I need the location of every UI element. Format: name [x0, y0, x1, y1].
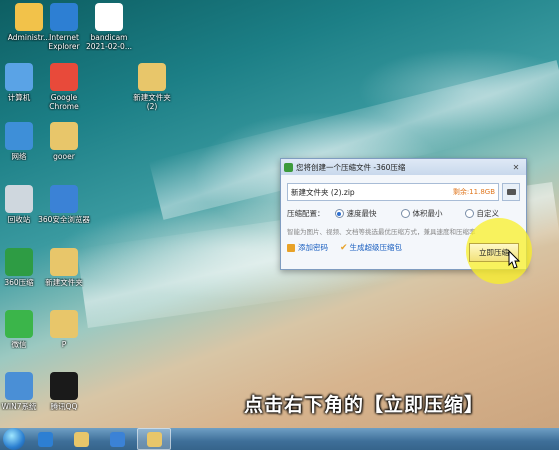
computer-icon: [5, 63, 33, 91]
radio-selected-icon: [334, 209, 344, 218]
internet-explorer-icon: [37, 431, 53, 447]
add-password-label: 添加密码: [298, 243, 328, 252]
option-label: 速度最快: [346, 209, 377, 218]
checkmark-icon: ✔: [340, 242, 348, 253]
archive-path-field[interactable]: 新建文件夹 (2).zip 剩余:11.8GB: [287, 183, 499, 201]
archive-filename: 新建文件夹 (2).zip: [291, 187, 355, 197]
internet-explorer-icon: [50, 3, 78, 31]
folder-icon: [50, 310, 78, 338]
option-smallest[interactable]: 体积最小: [400, 208, 443, 219]
desktop-icon-bandicam[interactable]: bandicam 2021-02-0...: [80, 3, 138, 51]
qq-penguin-icon: [50, 372, 78, 400]
compress-icon: [5, 248, 33, 276]
close-button[interactable]: ✕: [509, 162, 523, 173]
super-package-label: 生成超级压缩包: [349, 243, 403, 252]
taskbar-explorer[interactable]: [65, 429, 97, 449]
icon-label: gooer: [53, 152, 75, 161]
folder-icon: [50, 248, 78, 276]
wechat-icon: [5, 310, 33, 338]
file-icon: [95, 3, 123, 31]
desktop-icon-new-folder[interactable]: 新建文件夹: [35, 248, 93, 287]
add-password-link[interactable]: 添加密码: [287, 242, 328, 253]
taskbar: [0, 428, 559, 450]
option-label: 体积最小: [412, 209, 443, 218]
desktop-icon-chrome[interactable]: Google Chrome: [35, 63, 93, 111]
free-space-label: 剩余:11.8GB: [452, 188, 495, 196]
start-button[interactable]: [3, 428, 25, 450]
browse-folder-button[interactable]: [502, 183, 520, 201]
desktop-icon-folder-2[interactable]: 新建文件夹 (2): [123, 63, 181, 111]
compress-icon: [146, 431, 162, 447]
mode-label: 压缩配置：: [287, 209, 325, 218]
super-package-link[interactable]: ✔ 生成超级压缩包: [340, 242, 402, 253]
taskbar-browser[interactable]: [101, 429, 133, 449]
desktop-icon-360-browser[interactable]: 360安全浏览器: [35, 185, 93, 224]
instruction-caption: 点击右下角的【立即压缩】: [244, 394, 485, 416]
folder-icon: [50, 122, 78, 150]
icon-label: 腾讯QQ: [50, 402, 78, 411]
folder-icon: [506, 189, 516, 195]
icon-label: Google Chrome: [49, 93, 79, 111]
desktop-icon-qq[interactable]: 腾讯QQ: [35, 372, 93, 411]
taskbar-ie[interactable]: [29, 429, 61, 449]
recycle-bin-icon: [5, 185, 33, 213]
network-icon: [5, 122, 33, 150]
dialog-titlebar[interactable]: 您将创建一个压缩文件 -360压缩 ✕: [281, 159, 526, 175]
dialog-title: 您将创建一个压缩文件 -360压缩: [296, 162, 406, 172]
password-icon: [287, 243, 295, 252]
radio-icon: [400, 209, 410, 218]
browser-360-icon: [109, 431, 125, 447]
browser-360-icon: [50, 185, 78, 213]
icon-label: 360安全浏览器: [38, 215, 90, 224]
desktop-icon-gooer[interactable]: gooer: [35, 122, 93, 161]
folder-icon: [73, 431, 89, 447]
icon-label: 新建文件夹: [45, 278, 83, 287]
icon-label: 新建文件夹 (2): [133, 93, 171, 111]
desktop-icon-p-folder[interactable]: P: [35, 310, 93, 349]
icon-label: bandicam 2021-02-0...: [86, 33, 132, 51]
folder-icon: [138, 63, 166, 91]
app-logo-icon: [284, 162, 293, 172]
mouse-cursor-icon: [506, 249, 522, 276]
option-fastest[interactable]: 速度最快: [334, 208, 377, 219]
radio-icon: [464, 209, 474, 218]
icon-label: P: [61, 340, 67, 349]
taskbar-compress[interactable]: [137, 428, 171, 450]
chrome-icon: [50, 63, 78, 91]
shortcut-icon: [5, 372, 33, 400]
